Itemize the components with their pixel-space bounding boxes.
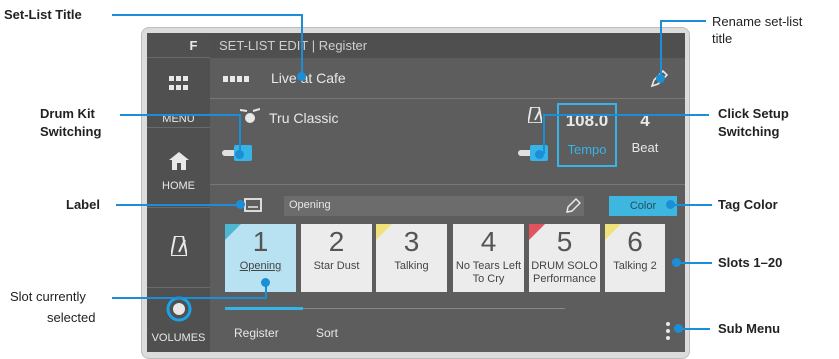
callout-slot-selected-1: Slot currently [10,289,86,304]
slot-4[interactable]: 4 No Tears Left To Cry [453,224,524,292]
callout-line [301,14,303,76]
tempo-box[interactable]: 108.0 Tempo [557,103,617,167]
screen: F MENU HOME VOLUMES SET-LIST EDIT | Regi… [147,33,685,352]
page-header: SET-LIST EDIT | Register [210,33,685,58]
slots-strip: 1 Opening 2 Star Dust 3 Talking 4 No Tea… [225,224,685,296]
callout-dot [535,150,544,159]
callout-click-setup-1: Click Setup [718,106,789,121]
click-switch[interactable] [518,145,550,161]
callout-line [543,114,709,116]
grid-icon [169,76,188,90]
kit-click-row: Tru Classic 108.0 Tempo 4 Beat [210,99,685,185]
setlist-icon [223,76,249,82]
callout-line [660,20,662,78]
slot-number: 5 [556,226,573,257]
slot-6[interactable]: 6 Talking 2 [605,224,665,292]
metronome-button[interactable] [147,208,210,288]
callout-dot [672,258,681,267]
tab-indicator [225,307,303,310]
home-label: HOME [162,180,195,192]
beat-box[interactable]: 4 Beat [620,103,670,167]
callout-slots: Slots 1–20 [718,255,783,270]
main-area: SET-LIST EDIT | Register Live at Cafe Tr… [210,33,685,352]
callout-slot-selected-2: selected [47,310,96,325]
logo: F [147,33,210,58]
metronome-icon [171,236,187,256]
callout-dot [674,324,683,333]
callout-line [239,114,241,154]
menu-button[interactable]: MENU [147,58,210,128]
callout-dot [235,150,244,159]
bottom-tabs: Register Sort [210,304,685,352]
slot-name: Talking [394,260,429,272]
slot-number: 2 [328,226,345,257]
callout-rename: Rename set-list title [712,14,803,46]
home-button[interactable]: HOME [147,128,210,208]
sidebar: F MENU HOME VOLUMES [147,33,210,352]
setlist-title-row[interactable]: Live at Cafe [210,58,685,99]
slot-3[interactable]: 3 Talking [376,224,447,292]
callout-line [116,204,240,206]
callout-line [112,14,302,16]
label-value: Opening [289,199,331,211]
callout-drum-kit-1: Drum Kit [40,106,95,121]
callout-drum-kit-2: Switching [40,124,102,139]
pencil-icon[interactable] [565,198,581,214]
home-icon [169,152,189,170]
callout-dot [261,278,270,287]
callout-line [678,262,712,264]
slot-name: No Tears Left To Cry [455,260,522,285]
slot-number: 6 [627,226,643,257]
callout-dot [656,74,665,83]
tab-sort[interactable]: Sort [316,326,338,340]
slot-name: DRUM SOLO Performance [531,260,598,285]
slot-2[interactable]: 2 Star Dust [301,224,372,292]
slot-name: Opening [239,260,282,272]
callout-click-setup-2: Switching [718,124,780,139]
device-frame: F MENU HOME VOLUMES SET-LIST EDIT | Regi… [141,27,690,359]
callout-line [543,114,545,154]
callout-tag-color: Tag Color [718,197,778,212]
callout-line [660,20,706,22]
logo-text: F [189,38,198,53]
setlist-title: Live at Cafe [271,70,346,86]
callout-line [680,328,710,330]
callout-dot [666,200,675,209]
tab-register[interactable]: Register [234,326,279,340]
callout-line [670,204,712,206]
volumes-label: VOLUMES [151,332,206,344]
callout-line [112,297,267,299]
slot-name: Star Dust [313,260,360,272]
volume-knob-icon [166,296,192,322]
page-title: SET-LIST EDIT | Register [219,38,368,53]
slot-name: Talking 2 [613,260,657,272]
slot-5[interactable]: 5 DRUM SOLO Performance [529,224,600,292]
slot-number: 1 [252,226,269,257]
callout-set-list-title: Set-List Title [4,7,82,22]
slot-number: 4 [480,226,497,257]
callout-line [120,114,241,116]
callout-dot [297,72,306,81]
beat-label: Beat [631,140,659,155]
metronome-icon [528,107,542,123]
label-row: Opening Color [210,184,685,224]
callout-sub-menu: Sub Menu [718,321,781,336]
callout-dot [236,200,245,209]
slot-number: 3 [403,226,420,257]
callout-label: Label [66,197,100,212]
kebab-menu-icon[interactable] [666,322,670,340]
label-icon [244,198,262,212]
drum-kit-icon [240,108,260,123]
kit-name: Tru Classic [269,110,339,126]
label-field[interactable]: Opening [284,196,584,216]
tempo-label: Tempo [567,142,607,157]
